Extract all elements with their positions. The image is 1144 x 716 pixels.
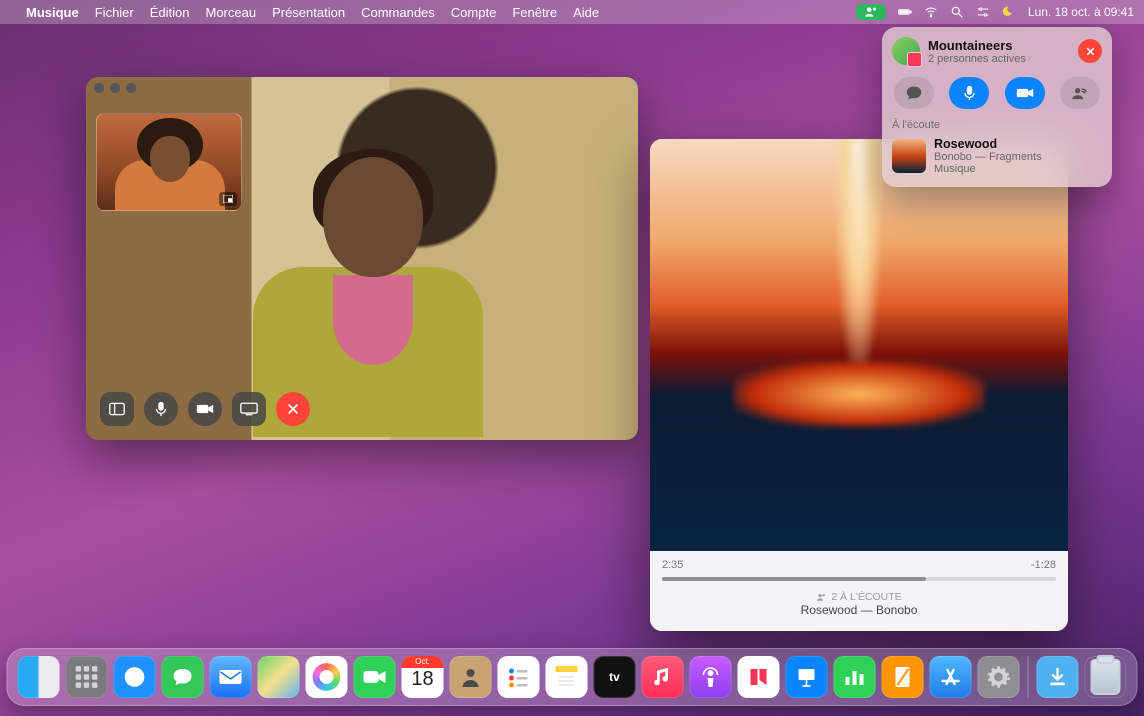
album-artwork <box>650 139 1068 551</box>
music-miniplayer-window: 2:35 -1:28 2 À L'ÉCOUTE Rosewood — Bonob… <box>650 139 1068 631</box>
wifi-icon[interactable] <box>924 5 938 19</box>
facetime-mute-button[interactable] <box>144 392 178 426</box>
battery-icon[interactable] <box>898 5 912 19</box>
dock-pages[interactable] <box>882 656 924 698</box>
dock-news[interactable] <box>738 656 780 698</box>
dock-system-settings[interactable] <box>978 656 1020 698</box>
group-name[interactable]: Mountaineers <box>928 38 1031 53</box>
control-center-icon[interactable] <box>976 5 990 19</box>
facetime-camera-button[interactable] <box>188 392 222 426</box>
window-traffic-lights[interactable] <box>94 83 136 93</box>
time-elapsed: 2:35 <box>662 559 683 571</box>
hud-messages-button[interactable] <box>894 77 934 109</box>
dock-safari[interactable] <box>114 656 156 698</box>
dock-mail[interactable] <box>210 656 252 698</box>
pip-expand-icon[interactable] <box>219 192 237 206</box>
dock-downloads[interactable] <box>1037 656 1079 698</box>
dock-appstore[interactable] <box>930 656 972 698</box>
playback-scrubber[interactable] <box>662 577 1056 581</box>
hud-track-title: Rosewood <box>934 137 1042 151</box>
dock-podcasts[interactable] <box>690 656 732 698</box>
facetime-self-view[interactable] <box>96 113 242 211</box>
dock-trash[interactable] <box>1085 656 1127 698</box>
hud-album-art <box>892 139 926 173</box>
focus-icon[interactable] <box>1002 5 1016 19</box>
dock-messages[interactable] <box>162 656 204 698</box>
dock-tv[interactable]: tv <box>594 656 636 698</box>
hud-shareplay-button[interactable] <box>1060 77 1100 109</box>
dock-numbers[interactable] <box>834 656 876 698</box>
dock: Oct.18 tv <box>7 648 1138 706</box>
hud-now-playing[interactable]: Rosewood Bonobo — Fragments Musique <box>892 137 1102 175</box>
menubar-clock[interactable]: Lun. 18 oct. à 09:41 <box>1028 5 1134 19</box>
group-subtitle[interactable]: 2 personnes actives› <box>928 53 1031 65</box>
dock-photos[interactable] <box>306 656 348 698</box>
shareplay-hud: Mountaineers 2 personnes actives› À l'éc… <box>882 27 1112 187</box>
menu-bar: Musique Fichier Édition Morceau Présenta… <box>0 0 1144 24</box>
facetime-end-button[interactable] <box>276 392 310 426</box>
menu-window[interactable]: Fenêtre <box>512 5 557 20</box>
facetime-status-icon[interactable] <box>856 4 886 20</box>
dock-maps[interactable] <box>258 656 300 698</box>
hud-section-label: À l'écoute <box>892 119 1102 131</box>
menu-edit[interactable]: Édition <box>150 5 190 20</box>
spotlight-icon[interactable] <box>950 5 964 19</box>
app-menu[interactable]: Musique <box>26 5 79 20</box>
menu-song[interactable]: Morceau <box>206 5 257 20</box>
dock-keynote[interactable] <box>786 656 828 698</box>
music-footer: 2:35 -1:28 2 À L'ÉCOUTE Rosewood — Bonob… <box>650 551 1068 631</box>
dock-contacts[interactable] <box>450 656 492 698</box>
menu-view[interactable]: Présentation <box>272 5 345 20</box>
hud-close-button[interactable] <box>1078 39 1102 63</box>
menu-controls[interactable]: Commandes <box>361 5 435 20</box>
dock-launchpad[interactable] <box>66 656 108 698</box>
dock-finder[interactable] <box>18 656 60 698</box>
group-avatar-icon <box>892 37 920 65</box>
dock-music[interactable] <box>642 656 684 698</box>
hud-camera-button[interactable] <box>1005 77 1045 109</box>
hud-mic-button[interactable] <box>949 77 989 109</box>
facetime-sidebar-button[interactable] <box>100 392 134 426</box>
dock-calendar[interactable]: Oct.18 <box>402 656 444 698</box>
menu-file[interactable]: Fichier <box>95 5 134 20</box>
dock-facetime[interactable] <box>354 656 396 698</box>
dock-notes[interactable] <box>546 656 588 698</box>
now-playing-track: Rosewood — Bonobo <box>662 603 1056 617</box>
facetime-share-button[interactable] <box>232 392 266 426</box>
dock-separator <box>1028 656 1029 698</box>
time-remaining: -1:28 <box>1031 559 1056 571</box>
facetime-window <box>86 77 638 440</box>
hud-track-subtitle: Bonobo — Fragments <box>934 151 1042 163</box>
menu-account[interactable]: Compte <box>451 5 497 20</box>
menu-help[interactable]: Aide <box>573 5 599 20</box>
shareplay-listeners: 2 À L'ÉCOUTE <box>662 591 1056 603</box>
hud-track-source: Musique <box>934 163 1042 175</box>
dock-reminders[interactable] <box>498 656 540 698</box>
facetime-controls <box>100 392 310 426</box>
